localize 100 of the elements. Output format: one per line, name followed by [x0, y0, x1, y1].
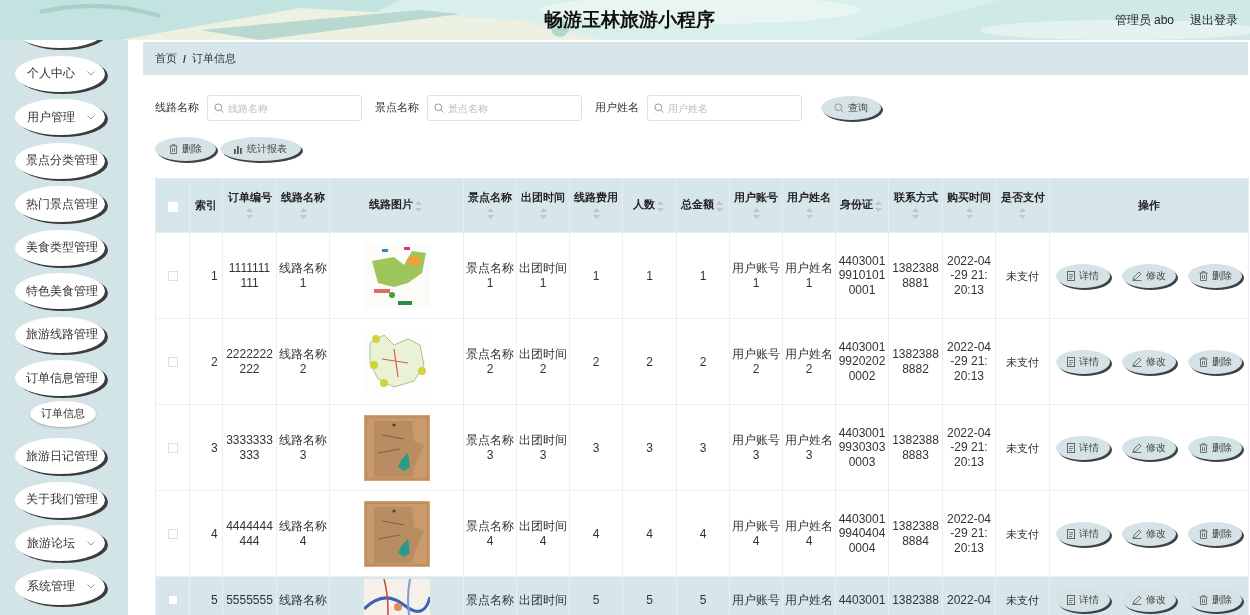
table-cell: 出团时间	[518, 592, 568, 608]
column-header: 线路费用	[574, 190, 618, 205]
table-cell: 出团时间4	[518, 519, 568, 548]
table-cell-text: 5	[698, 592, 708, 608]
column-header: 用户姓名	[787, 190, 831, 205]
table-cell: 用户账号	[731, 592, 781, 608]
row-checkbox[interactable]	[167, 443, 178, 454]
table-cell: 用户账号3	[731, 433, 781, 462]
details-button[interactable]: 详情	[1056, 521, 1110, 546]
breadcrumb-link[interactable]: 首页	[155, 51, 177, 66]
table-cell-text: 1	[591, 268, 601, 284]
search-icon	[834, 103, 844, 113]
column-header: 身份证	[840, 198, 873, 213]
search-icon	[654, 103, 664, 113]
table-cell-text: 4	[645, 526, 654, 542]
table-cell: 用户账号2	[731, 347, 781, 376]
trash-icon	[1198, 594, 1208, 605]
menu-item[interactable]: 个人中心	[15, 55, 105, 92]
table-cell-text: 4	[209, 526, 219, 542]
select-all-checkbox[interactable]	[167, 201, 178, 212]
menu-item[interactable]: 订单信息管理	[15, 360, 105, 396]
details-button[interactable]: 详情	[1056, 435, 1110, 460]
table-cell: 线路名称1	[278, 261, 328, 290]
details-button[interactable]: 详情	[1056, 587, 1110, 612]
delete-button[interactable]: 删除	[1188, 435, 1242, 460]
field-label: 线路名称	[155, 101, 199, 115]
table-row[interactable]: 5 5555555 线路名称 景点名称 出团时间 5 5 5 用户账号 用户姓名 4403001 1382388 2022-04 未支付 详情 修改 删除	[155, 576, 1249, 615]
menu-item[interactable]: 特色美食管理	[15, 273, 105, 309]
document-icon	[1067, 528, 1075, 539]
edit-button[interactable]: 修改	[1122, 349, 1176, 374]
menu-item[interactable]: 景点分类管理	[15, 142, 105, 179]
column-header: 线路名称	[281, 190, 325, 205]
table-cell-text: 1	[645, 268, 654, 284]
document-icon	[1067, 356, 1075, 367]
table-cell: 线路名称2	[278, 347, 328, 376]
column-header: 联系方式	[893, 190, 938, 205]
trash-icon	[1198, 270, 1208, 281]
menu-item[interactable]: 关于我们管理	[15, 481, 105, 518]
menu-item[interactable]: 旅游线路管理	[15, 316, 105, 353]
row-checkbox[interactable]	[167, 529, 178, 540]
edit-button[interactable]: 修改	[1122, 435, 1176, 460]
edit-button[interactable]: 修改	[1122, 587, 1176, 612]
menu-item[interactable]: 美食类型管理	[15, 229, 105, 266]
table-cell: 用户姓名4	[784, 519, 834, 548]
menu-label: 旅游线路管理	[26, 326, 98, 343]
edit-button[interactable]: 修改	[1122, 521, 1176, 546]
chevron-icon	[87, 584, 95, 589]
submenu-item[interactable]: 订单信息	[30, 400, 96, 427]
row-checkbox[interactable]	[167, 271, 178, 282]
app-title: 畅游玉林旅游小程序	[543, 8, 715, 32]
column-header: 操作	[1138, 198, 1160, 213]
report-button[interactable]: 统计报表	[220, 137, 301, 161]
trash-icon	[1198, 528, 1208, 539]
menu-label: 用户管理	[27, 108, 75, 126]
query-button[interactable]: 查询	[821, 96, 881, 120]
table-cell-text: 4	[698, 526, 708, 542]
breadcrumb-link[interactable]: 订单信息	[191, 51, 236, 66]
logout-link[interactable]: 退出登录	[1190, 11, 1238, 29]
details-button[interactable]: 详情	[1056, 349, 1110, 374]
delete-button[interactable]: 删除	[155, 137, 216, 161]
delete-button[interactable]: 删除	[1188, 587, 1242, 612]
details-button[interactable]: 详情	[1056, 263, 1110, 288]
column-header: 线路图片	[369, 198, 413, 213]
table-cell: 13823888881	[892, 261, 939, 290]
table-cell: 线路名称4	[278, 519, 328, 548]
search-icon	[214, 103, 224, 113]
table-cell: 线路名称	[278, 592, 328, 608]
delete-button[interactable]: 删除	[1188, 521, 1242, 546]
table-cell: 1111111111	[228, 261, 271, 290]
pencil-icon	[1132, 442, 1142, 453]
delete-button[interactable]: 删除	[1188, 263, 1242, 288]
menu-label: 系统管理	[27, 578, 75, 595]
delete-button[interactable]: 删除	[1188, 349, 1242, 374]
table-cell: 2022-04-29 21:20:13	[946, 253, 991, 298]
menu-item[interactable]: 系统管理	[15, 568, 105, 605]
pencil-icon	[1132, 528, 1142, 539]
table-cell: 5555555	[226, 592, 273, 608]
table-cell-text: 2	[698, 354, 708, 370]
table-cell: 1382388	[892, 592, 939, 608]
table-cell: 2022-04-29 21:20:13	[946, 511, 991, 556]
search-field[interactable]: 线路名称	[207, 95, 362, 121]
column-header: 人数	[633, 198, 655, 213]
trash-icon	[169, 144, 178, 154]
menu-item[interactable]: 热门景点管理	[15, 186, 105, 222]
menu-item[interactable]: 用户管理	[15, 99, 105, 135]
table-cell: 440300199303030003	[838, 425, 886, 470]
table-cell: 13823888884	[892, 519, 939, 548]
row-checkbox[interactable]	[167, 595, 178, 606]
table-cell: 13823888883	[892, 433, 939, 462]
table-cell: 2022-04-29 21:20:13	[946, 339, 991, 384]
menu-label: 订单信息管理	[26, 369, 98, 387]
menu-label: 热门景点管理	[26, 195, 98, 213]
edit-button[interactable]: 修改	[1122, 263, 1176, 288]
table-cell: 用户账号4	[731, 519, 781, 548]
menu-item[interactable]: 旅游日记管理	[15, 438, 105, 474]
row-checkbox[interactable]	[167, 357, 178, 368]
menu-item[interactable]: 旅游论坛	[15, 525, 105, 561]
search-field[interactable]: 用户姓名	[647, 95, 802, 121]
breadcrumb-separator: /	[183, 52, 186, 65]
search-field[interactable]: 景点名称	[427, 95, 582, 121]
